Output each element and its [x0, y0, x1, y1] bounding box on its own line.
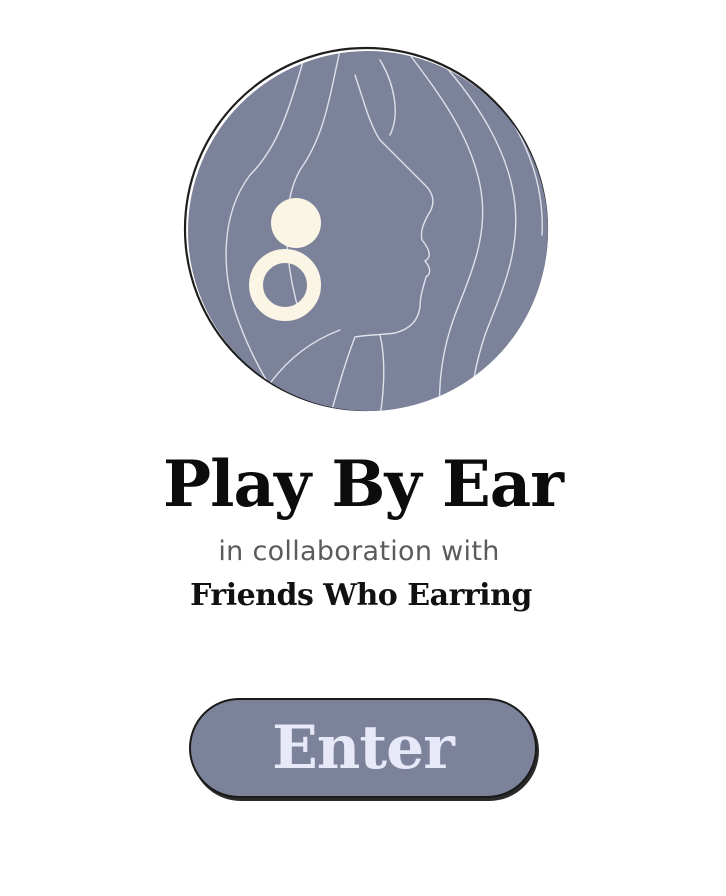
enter-button[interactable]: Enter [189, 698, 537, 798]
logo-svg [183, 46, 549, 412]
enter-button-label: Enter [272, 713, 455, 783]
app-title: Play By Ear [163, 447, 564, 522]
collaboration-text: in collaboration with [218, 536, 500, 567]
logo-woman-profile-earring-icon [180, 45, 552, 417]
partner-name: Friends Who Earring [190, 578, 532, 613]
